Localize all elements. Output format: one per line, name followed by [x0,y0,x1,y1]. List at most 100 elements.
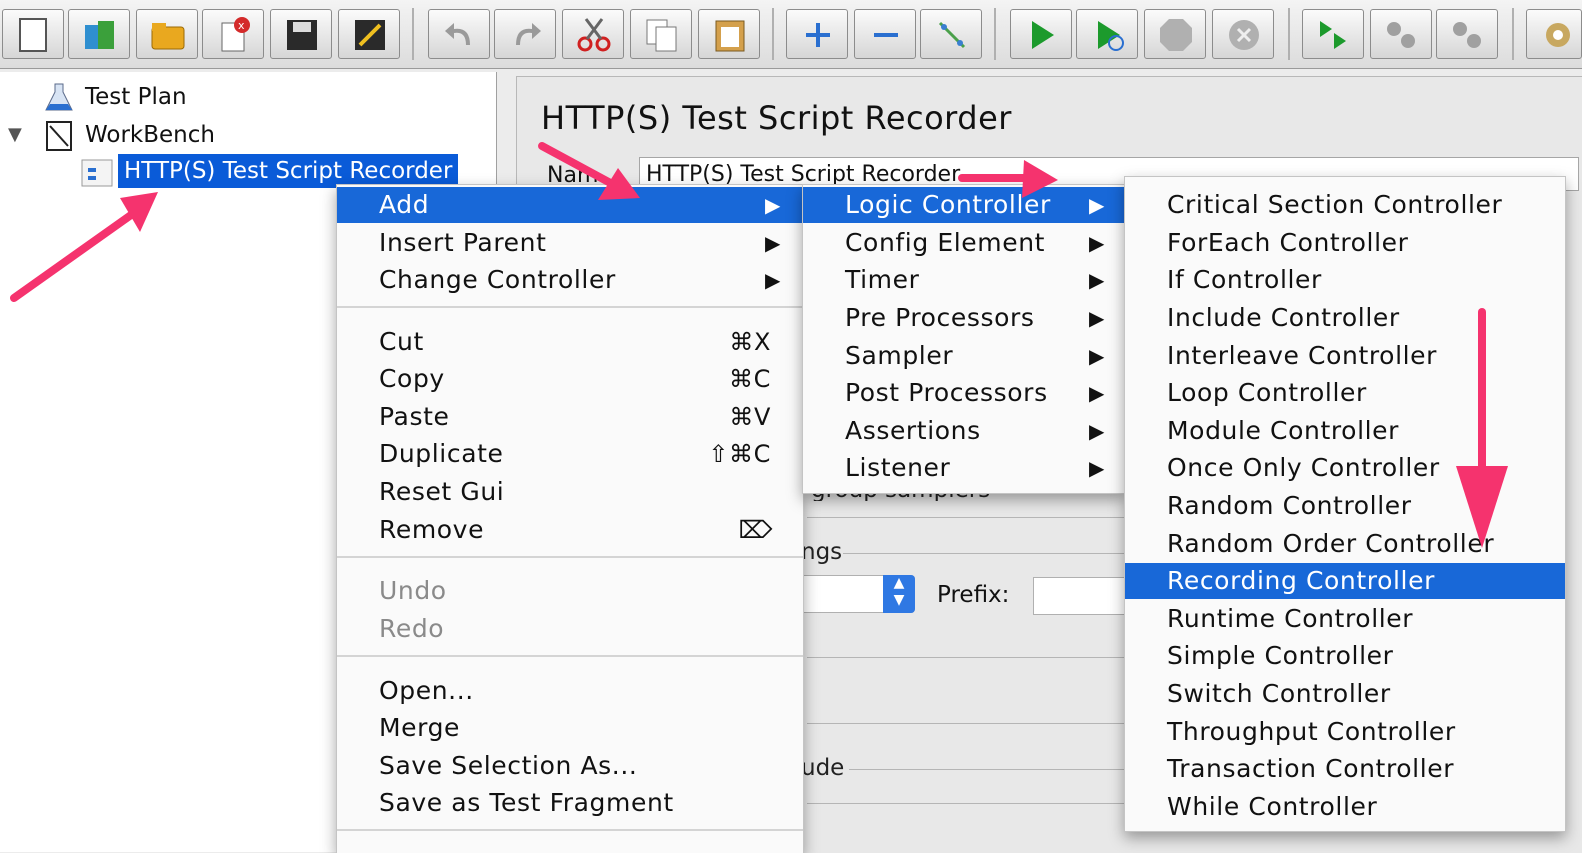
menu-item-label: Post Processors [845,378,1048,407]
delete-key-icon: ⌦ [738,516,773,544]
menu-item-remove[interactable]: Remove ⌦ [337,512,803,548]
toolbar: x [0,0,1582,69]
collapse-all-button[interactable] [854,9,916,59]
remote-start-icon [1320,21,1346,49]
menu-item-while[interactable]: While Controller [1125,789,1565,825]
divider [843,553,1133,554]
submenu-arrow-icon: ▶ [1089,231,1105,255]
tree-item-label: HTTP(S) Test Script Recorder [118,154,459,188]
tree-item-label: WorkBench [85,122,215,148]
open-button[interactable] [136,9,198,59]
menu-item-redo: Redo [337,611,803,647]
menu-item-pre-processors[interactable]: Pre Processors ▶ [803,300,1125,336]
menu-item-undo: Undo [337,573,803,609]
submenu-arrow-icon: ▶ [1089,193,1105,217]
close-icon: x [221,17,250,52]
prefix-field[interactable] [1033,577,1133,615]
undo-button[interactable] [428,9,490,59]
menu-item-foreach[interactable]: ForEach Controller [1125,225,1565,261]
toggle-button[interactable] [920,9,982,59]
menu-item-copy[interactable]: Copy ⌘C [337,361,803,397]
menu-item-sampler[interactable]: Sampler ▶ [803,338,1125,374]
new-icon [19,18,47,52]
menu-item-change-controller[interactable]: Change Controller ▶ [337,262,803,298]
save-button[interactable] [270,9,332,59]
menu-item-random[interactable]: Random Controller [1125,488,1565,524]
menu-item-critical-section[interactable]: Critical Section Controller [1125,187,1565,223]
menu-item-label: Save Selection As... [379,751,638,780]
flask-icon [45,83,73,111]
menu-item-transaction[interactable]: Transaction Controller [1125,751,1565,787]
expand-triangle-icon[interactable]: ▼ [8,118,22,152]
menu-item-listener[interactable]: Listener ▶ [803,450,1125,486]
copy-button[interactable] [630,9,692,59]
save-screenshot-button[interactable] [338,9,400,59]
tree-item-test-plan[interactable]: Test Plan [0,80,496,114]
menu-item-label: Redo [379,614,445,643]
save-icon [287,20,317,50]
menu-item-paste[interactable]: Paste ⌘V [337,399,803,435]
menu-item-label: Change Controller [379,265,616,294]
menu-item-once-only[interactable]: Once Only Controller [1125,450,1565,486]
prefix-label: Prefix: [937,582,1010,608]
submenu-arrow-icon: ▶ [765,193,781,217]
menu-item-duplicate[interactable]: Duplicate ⇧⌘C [337,436,803,472]
menu-item-random-order[interactable]: Random Order Controller [1125,526,1565,562]
stop-button[interactable] [1144,9,1206,59]
menu-item-cut[interactable]: Cut ⌘X [337,324,803,360]
menu-item-open[interactable]: Open... [337,673,803,709]
remote-shutdown-button[interactable] [1436,9,1498,59]
menu-item-label: ForEach Controller [1167,228,1409,257]
menu-item-if[interactable]: If Controller [1125,262,1565,298]
menu-item-save-selection[interactable]: Save Selection As... [337,748,803,784]
menu-item-label: Simple Controller [1167,641,1394,670]
menu-item-interleave[interactable]: Interleave Controller [1125,338,1565,374]
menu-item-timer[interactable]: Timer ▶ [803,262,1125,298]
menu-item-config-element[interactable]: Config Element ▶ [803,225,1125,261]
menu-item-module[interactable]: Module Controller [1125,413,1565,449]
menu-item-reset-gui[interactable]: Reset Gui [337,474,803,510]
templates-button[interactable] [68,9,130,59]
menu-item-merge[interactable]: Merge [337,710,803,746]
redo-button[interactable] [494,9,556,59]
menu-item-switch[interactable]: Switch Controller [1125,676,1565,712]
menu-item-loop[interactable]: Loop Controller [1125,375,1565,411]
templates-icon [85,21,114,49]
new-button[interactable] [2,9,64,59]
tree-item-workbench[interactable]: ▼ WorkBench [0,118,496,152]
divider [807,803,1127,804]
menu-item-runtime[interactable]: Runtime Controller [1125,601,1565,637]
menu-item-simple[interactable]: Simple Controller [1125,638,1565,674]
tree-item-label: Test Plan [85,84,187,110]
menu-item-include[interactable]: Include Controller [1125,300,1565,336]
menu-item-throughput[interactable]: Throughput Controller [1125,714,1565,750]
menu-item-label: Critical Section Controller [1167,190,1503,219]
expand-all-button[interactable] [786,9,848,59]
menu-item-label: Duplicate [379,439,504,468]
start-no-timers-button[interactable] [1076,9,1138,59]
menu-item-label: Runtime Controller [1167,604,1414,633]
menu-item-label: Include Controller [1167,303,1400,332]
tree-item-http-recorder[interactable]: HTTP(S) Test Script Recorder [0,154,496,188]
close-button[interactable]: x [202,9,264,59]
settings-button[interactable] [1526,9,1582,59]
menu-item-post-processors[interactable]: Post Processors ▶ [803,375,1125,411]
menu-item-logic-controller[interactable]: Logic Controller ▶ [803,187,1125,223]
remote-stop-button[interactable] [1370,9,1432,59]
menu-item-add[interactable]: Add ▶ [337,187,803,223]
menu-item-label: Recording Controller [1167,566,1435,595]
menu-item-label: Save as Test Fragment [379,788,674,817]
menu-item-recording[interactable]: Recording Controller [1125,563,1565,599]
menu-item-assertions[interactable]: Assertions ▶ [803,413,1125,449]
menu-item-label: If Controller [1167,265,1322,294]
menu-item-save-fragment[interactable]: Save as Test Fragment [337,785,803,821]
paste-button[interactable] [698,9,760,59]
menu-item-label: Config Element [845,228,1046,257]
menu-item-insert-parent[interactable]: Insert Parent ▶ [337,225,803,261]
shutdown-button[interactable] [1212,9,1274,59]
submenu-arrow-icon: ▶ [765,231,781,255]
cut-button[interactable] [562,9,624,59]
start-button[interactable] [1010,9,1072,59]
remote-start-button[interactable] [1302,9,1364,59]
workbench-icon [46,121,72,151]
